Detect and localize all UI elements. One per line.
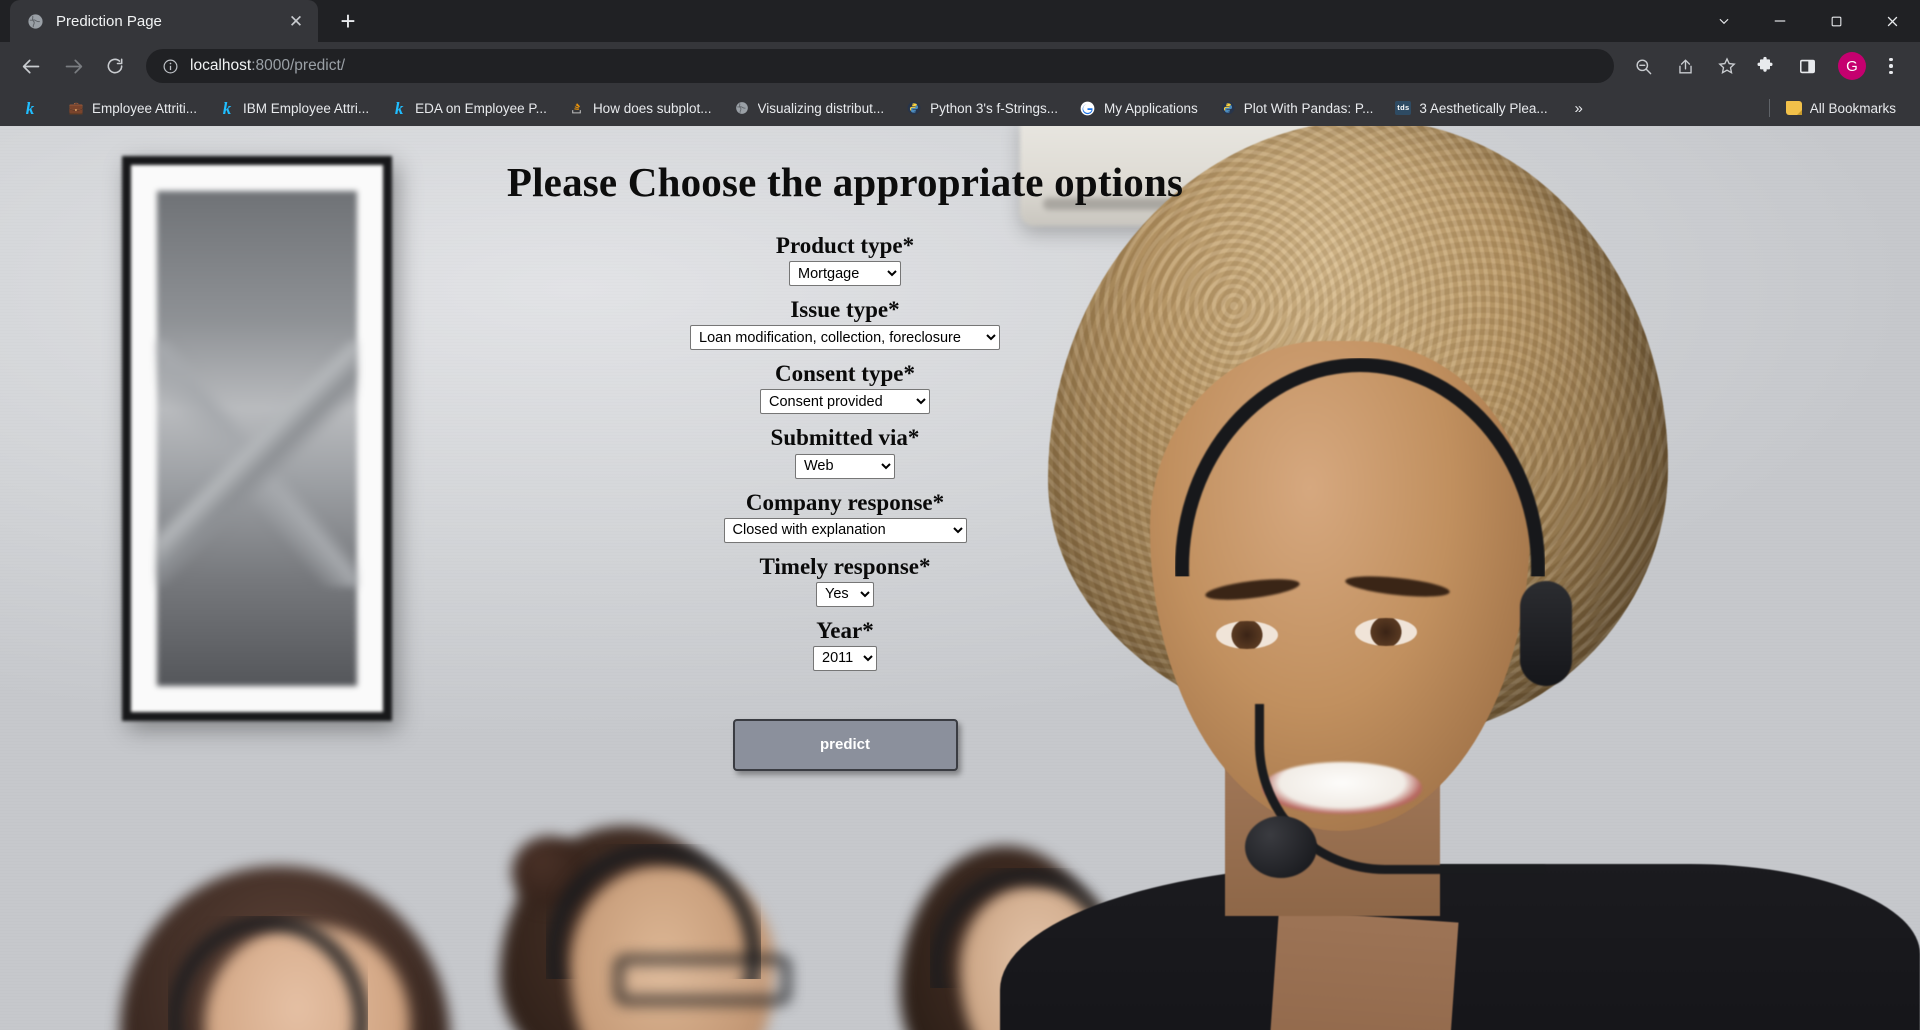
bookmark-item[interactable]: Python 3's f-Strings... <box>898 94 1066 122</box>
kaggle-icon: k <box>222 98 232 118</box>
field-label: Year* <box>816 617 874 643</box>
star-icon[interactable] <box>1710 49 1744 83</box>
submit-row: predict <box>0 718 1690 771</box>
foreground-agent-microphone <box>1245 816 1317 878</box>
tab-prediction-page[interactable]: Prediction Page ✕ <box>10 0 318 42</box>
three-dot-menu-icon[interactable] <box>1876 49 1906 83</box>
minimize-button[interactable] <box>1752 0 1808 42</box>
prediction-form: Please Choose the appropriate options Pr… <box>0 126 1690 771</box>
field-product-type: Product type* Mortgage <box>0 232 1690 287</box>
field-consent-type: Consent type* Consent provided <box>0 360 1690 415</box>
foreground-agent-shirt <box>1261 910 1459 1030</box>
all-bookmarks-region: All Bookmarks <box>1761 94 1910 122</box>
issue-type-select[interactable]: Loan modification, collection, foreclosu… <box>690 325 1000 351</box>
submitted-via-select[interactable]: Web <box>795 453 895 479</box>
kaggle-icon: k <box>394 98 404 118</box>
window-controls <box>1696 0 1920 42</box>
field-issue-type: Issue type* Loan modification, collectio… <box>0 296 1690 351</box>
bookmark-label: Python 3's f-Strings... <box>930 100 1058 116</box>
close-window-button[interactable] <box>1864 0 1920 42</box>
field-submitted-via: Submitted via* Web <box>0 424 1690 479</box>
globe-icon <box>734 100 750 116</box>
bookmarks-bar: k 💼 Employee Attriti... k IBM Employee A… <box>0 90 1920 126</box>
reload-icon[interactable] <box>98 49 132 83</box>
bookmark-label: Plot With Pandas: P... <box>1243 100 1374 116</box>
bookmark-item[interactable]: tds 3 Aesthetically Plea... <box>1387 94 1555 122</box>
forward-arrow-icon[interactable] <box>56 49 90 83</box>
bookmark-label: My Applications <box>1103 100 1198 116</box>
all-bookmarks-label: All Bookmarks <box>1809 100 1896 116</box>
bookmark-item[interactable]: Visualizing distribut... <box>726 94 893 122</box>
python-icon <box>1220 100 1236 116</box>
browser-window: Prediction Page ✕ + localhost:8000/predi… <box>0 0 1920 1030</box>
new-tab-button[interactable]: + <box>328 1 368 41</box>
timely-response-select[interactable]: Yes <box>816 581 874 607</box>
share-icon[interactable] <box>1668 49 1702 83</box>
python-icon <box>906 100 922 116</box>
consent-type-select[interactable]: Consent provided <box>760 389 930 415</box>
bookmark-item[interactable]: 💼 Employee Attriti... <box>60 94 205 122</box>
omnibox-actions <box>1622 49 1748 83</box>
predict-button[interactable]: predict <box>732 718 958 771</box>
address-bar[interactable]: localhost:8000/predict/ <box>146 49 1614 83</box>
bookmark-item[interactable]: k <box>14 94 54 122</box>
field-timely-response: Timely response* Yes <box>0 553 1690 607</box>
google-g-icon <box>1080 100 1096 116</box>
toolbar-actions: G <box>1748 49 1906 83</box>
close-icon[interactable]: ✕ <box>284 9 308 33</box>
field-label: Timely response* <box>759 553 931 579</box>
field-label: Company response* <box>745 489 945 515</box>
bookmark-item[interactable]: My Applications <box>1072 94 1206 122</box>
field-company-response: Company response* Closed with explanatio… <box>0 489 1690 543</box>
bookmark-label: Employee Attriti... <box>92 100 198 116</box>
side-panel-icon[interactable] <box>1790 49 1824 83</box>
browser-chrome: Prediction Page ✕ + localhost:8000/predi… <box>0 0 1920 126</box>
bookmark-item[interactable]: How does subplot... <box>561 94 720 122</box>
divider <box>1768 99 1770 117</box>
bookmark-label: EDA on Employee P... <box>415 100 547 116</box>
puzzle-piece-icon[interactable] <box>1748 49 1782 83</box>
briefcase-icon: 💼 <box>68 101 84 115</box>
company-response-select[interactable]: Closed with explanation <box>723 517 967 543</box>
field-label: Submitted via* <box>770 425 920 451</box>
bookmark-label: IBM Employee Attri... <box>243 100 370 116</box>
product-type-select[interactable]: Mortgage <box>789 261 901 287</box>
page-title: Please Choose the appropriate options <box>506 159 1184 205</box>
all-bookmarks-button[interactable]: All Bookmarks <box>1778 94 1904 122</box>
field-label: Consent type* <box>775 361 915 387</box>
back-arrow-icon[interactable] <box>14 49 48 83</box>
bookmarks-overflow-button[interactable]: » <box>1566 100 1592 117</box>
bookmark-label: 3 Aesthetically Plea... <box>1419 100 1548 116</box>
tab-title: Prediction Page <box>56 12 162 30</box>
zoom-out-icon[interactable] <box>1626 49 1660 83</box>
address-bar-url: localhost:8000/predict/ <box>190 57 345 75</box>
bookmark-item[interactable]: k IBM Employee Attri... <box>211 94 377 122</box>
tab-search-chevron-icon[interactable] <box>1696 0 1752 42</box>
towards-data-science-icon: tds <box>1395 100 1412 116</box>
folder-icon <box>1785 100 1802 116</box>
avatar[interactable]: G <box>1838 52 1866 80</box>
field-year: Year* 2011 <box>0 617 1690 671</box>
bookmark-label: Visualizing distribut... <box>757 100 885 116</box>
maximize-button[interactable] <box>1808 0 1864 42</box>
field-label: Issue type* <box>790 297 900 323</box>
field-label: Product type* <box>775 233 915 258</box>
page-viewport: Please Choose the appropriate options Pr… <box>0 126 1920 1030</box>
tab-strip: Prediction Page ✕ + <box>0 0 1920 42</box>
bookmark-label: How does subplot... <box>592 100 712 116</box>
stackoverflow-icon <box>569 100 585 116</box>
url-path: :8000/predict/ <box>251 57 346 74</box>
globe-icon <box>26 12 44 30</box>
bookmark-item[interactable]: k EDA on Employee P... <box>383 94 555 122</box>
url-host: localhost <box>190 57 252 74</box>
navigation-toolbar: localhost:8000/predict/ G <box>0 42 1920 90</box>
kaggle-icon: k <box>25 98 35 118</box>
bookmark-item[interactable]: Plot With Pandas: P... <box>1212 94 1382 122</box>
background-agent-2-glasses <box>615 956 790 1004</box>
site-info-icon[interactable] <box>160 56 180 76</box>
year-select[interactable]: 2011 <box>813 645 877 671</box>
